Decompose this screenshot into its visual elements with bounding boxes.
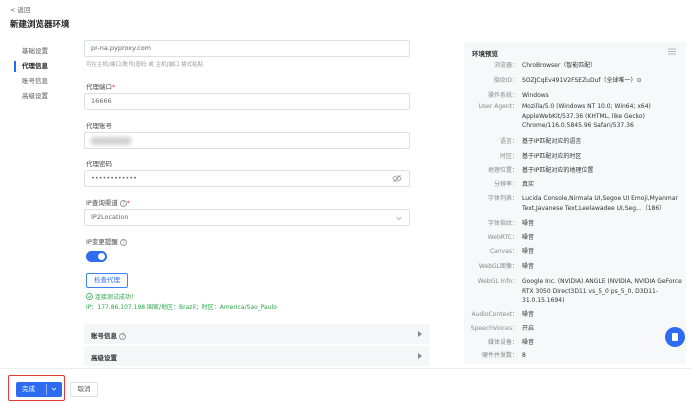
proxy-password-label: 代理密码 bbox=[86, 160, 112, 168]
environment-preview: 环境预览 浏览器： ChroBrowser（智能匹配） 指纹ID： SOZJCqEv4… bbox=[464, 42, 686, 364]
preview-key: 操作系统： bbox=[487, 92, 518, 99]
preview-value: 噪音 bbox=[522, 311, 535, 318]
preview-key: 字体指纹： bbox=[487, 220, 518, 227]
preview-value: 真实 bbox=[522, 181, 535, 188]
preview-value: 8 bbox=[522, 352, 526, 359]
chevron-down-icon[interactable] bbox=[51, 386, 57, 392]
proxy-port-label: 代理端口* bbox=[86, 83, 116, 91]
proxy-host-value: pr-na.pyproxy.com bbox=[91, 44, 152, 52]
proxy-password-value: •••••••••••• bbox=[91, 174, 138, 182]
page-title: 新建浏览器环境 bbox=[10, 20, 70, 30]
preview-value: Lucida Console,Nirmala UI,Segoe UI Emoji… bbox=[522, 195, 678, 212]
check-circle-icon bbox=[86, 293, 93, 300]
help-icon[interactable]: ? bbox=[119, 333, 127, 340]
nav-item-advanced[interactable]: 高级设置 bbox=[10, 89, 66, 104]
preview-value: 噪音 bbox=[522, 220, 535, 227]
nav-item-account[interactable]: 账号信息 bbox=[10, 74, 66, 89]
preview-key: SpeechVoices： bbox=[470, 325, 518, 332]
preview-key: 字体列表： bbox=[487, 195, 518, 202]
redacted-value bbox=[91, 137, 131, 145]
preview-key: 硬件并发数： bbox=[481, 352, 518, 359]
preview-value: Windows bbox=[522, 92, 549, 99]
preview-key: 浏览器： bbox=[493, 62, 518, 69]
proxy-host-hint: 可在主机|端口|账号|密码 或 主机|端口 格式粘贴 bbox=[86, 62, 204, 68]
split-divider bbox=[46, 384, 47, 395]
preview-value: 噪音 bbox=[522, 248, 535, 255]
chevron-down-icon bbox=[396, 216, 402, 221]
preview-key: WebRTC： bbox=[487, 234, 518, 241]
proxy-port-value: 16666 bbox=[91, 97, 112, 105]
ip-info: IP：177.86.107.198 国家/地区：Brazil；时区：Americ… bbox=[86, 304, 277, 311]
preview-value: 基于IP匹配对应的语言 bbox=[522, 138, 582, 145]
proxy-password-input[interactable]: •••••••••••• bbox=[84, 170, 410, 187]
caret-right-icon bbox=[418, 331, 422, 337]
preview-key: WebGL图像： bbox=[478, 263, 518, 270]
nav-item-proxy[interactable]: 代理信息 bbox=[10, 59, 66, 74]
preview-key: 时区： bbox=[499, 153, 518, 160]
proxy-port-input[interactable]: 16666 bbox=[84, 93, 410, 110]
confirm-label: 完成 bbox=[22, 385, 35, 393]
proxy-account-label: 代理账号 bbox=[86, 122, 112, 130]
preview-value: Google Inc. (NVIDIA) ANGLE (NVIDIA, NVID… bbox=[522, 278, 682, 304]
preview-key: WebGL Info： bbox=[477, 278, 518, 285]
preview-value: 噪音 bbox=[522, 263, 535, 270]
preview-key: 地理位置： bbox=[487, 167, 518, 174]
preview-value: Mozilla/5.0 (Windows NT 10.0; Win64; x64… bbox=[522, 103, 651, 129]
help-icon[interactable]: ? bbox=[119, 239, 127, 246]
preview-key: 语言： bbox=[499, 138, 518, 145]
eye-off-icon[interactable] bbox=[392, 174, 402, 183]
required-mark: * bbox=[126, 199, 131, 207]
ip-change-label: IP变更提醒 ? bbox=[86, 236, 127, 246]
preview-value: 开启 bbox=[522, 325, 535, 332]
ip-channel-select[interactable]: IP2Location bbox=[84, 209, 410, 226]
preview-key: 指纹ID： bbox=[493, 77, 518, 84]
preview-value: 基于IP匹配对应的地理位置 bbox=[522, 167, 594, 174]
section-advanced-settings[interactable]: 高级设置 bbox=[84, 346, 430, 366]
section-nav: 基础设置 代理信息 账号信息 高级设置 bbox=[10, 44, 66, 104]
section-advanced-title: 高级设置 bbox=[91, 354, 117, 362]
preview-value: 噪音 bbox=[522, 234, 535, 241]
confirm-button[interactable]: 完成 bbox=[16, 382, 62, 397]
preview-key: 分辨率： bbox=[493, 181, 518, 188]
ip-change-toggle[interactable] bbox=[86, 251, 107, 262]
preview-value: SOZJCqEv491V2FSEZuDuf（全球唯一）⊙ bbox=[522, 77, 642, 84]
preview-key: Canvas： bbox=[489, 248, 518, 255]
preview-title: 环境预览 bbox=[472, 50, 498, 58]
preview-value: 基于IP匹配对应的时区 bbox=[522, 153, 582, 160]
required-mark: * bbox=[112, 83, 116, 91]
proxy-host-input[interactable]: pr-na.pyproxy.com bbox=[84, 40, 410, 57]
footer-bar bbox=[0, 368, 692, 403]
caret-right-icon bbox=[418, 353, 422, 359]
proxy-account-input[interactable] bbox=[84, 132, 410, 149]
ip-channel-label: IP查询渠道 ? * bbox=[86, 199, 131, 207]
floating-action-button[interactable] bbox=[665, 327, 685, 347]
preview-key: AudioContext： bbox=[471, 311, 518, 318]
back-link[interactable]: < 返回 bbox=[10, 4, 31, 14]
section-account-info[interactable]: 账号信息 ? bbox=[84, 324, 430, 344]
cancel-button[interactable]: 取消 bbox=[70, 382, 98, 397]
preview-key: 媒体设备： bbox=[487, 339, 518, 346]
ip-channel-value: IP2Location bbox=[91, 213, 129, 221]
preview-value: ChroBrowser（智能匹配） bbox=[522, 62, 597, 69]
list-icon[interactable] bbox=[668, 48, 676, 55]
check-result: 连接测试成功！ bbox=[86, 292, 137, 301]
check-proxy-button[interactable]: 检查代理 bbox=[86, 273, 128, 288]
preview-key: User Agent： bbox=[478, 103, 518, 110]
section-account-title: 账号信息 ? bbox=[91, 330, 127, 340]
help-icon[interactable]: ? bbox=[119, 200, 127, 207]
nav-item-basic[interactable]: 基础设置 bbox=[10, 44, 66, 59]
preview-value: 噪音 bbox=[522, 339, 535, 346]
document-icon bbox=[672, 333, 678, 341]
